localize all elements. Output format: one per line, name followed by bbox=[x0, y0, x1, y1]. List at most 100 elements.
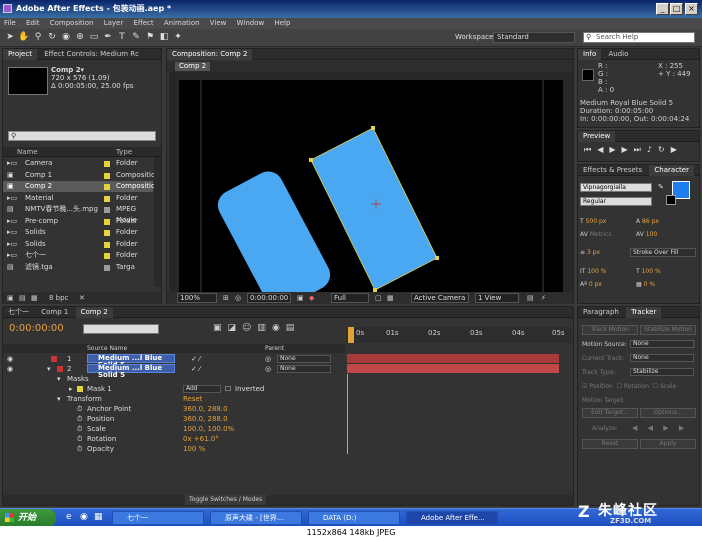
task-music[interactable]: 原声大碟 - [世界... bbox=[210, 511, 302, 525]
project-item[interactable]: ▣ Comp 1 Composition bbox=[3, 170, 160, 181]
eraser-tool-icon[interactable]: ◧ bbox=[158, 31, 170, 43]
analyze-controls[interactable]: ◀ ◀ ▶ ▶ bbox=[632, 424, 688, 432]
project-item[interactable]: ▣ Comp 2 Composition bbox=[3, 181, 160, 192]
close-button[interactable]: × bbox=[685, 3, 698, 15]
transparency-grid-icon[interactable]: ▦ bbox=[387, 292, 394, 304]
pen-tool-icon[interactable]: ✒ bbox=[102, 31, 114, 43]
parent-select[interactable]: None bbox=[277, 365, 331, 373]
work-area-start[interactable] bbox=[348, 327, 354, 343]
tab-character[interactable]: Character bbox=[649, 165, 694, 176]
project-item[interactable]: ▤ 滤镜.tga Targa bbox=[3, 262, 153, 273]
menu-help[interactable]: Help bbox=[274, 19, 290, 27]
rotation-checkbox[interactable]: ☐ bbox=[617, 383, 622, 390]
region-interest-icon[interactable]: ▢ bbox=[375, 292, 382, 304]
prop-value[interactable]: 100.0, 100.0% bbox=[183, 424, 234, 434]
layer-bar-1[interactable] bbox=[347, 354, 559, 363]
label-swatch[interactable] bbox=[104, 264, 110, 271]
draft-3d-icon[interactable]: ◪ bbox=[228, 323, 243, 333]
project-item[interactable]: ▸▭ Pre-comp Folder bbox=[3, 216, 153, 227]
comp-canvas[interactable] bbox=[179, 80, 563, 292]
prop-value[interactable]: 100 % bbox=[183, 444, 205, 454]
tab-paragraph[interactable]: Paragraph bbox=[578, 307, 624, 318]
play-icon[interactable]: ▶ bbox=[609, 145, 621, 154]
leading-value[interactable]: 86 px bbox=[642, 218, 659, 225]
prop-value[interactable]: 0x +61.0° bbox=[183, 434, 219, 444]
menu-edit[interactable]: Edit bbox=[26, 19, 40, 27]
project-search-input[interactable]: ⚲ bbox=[8, 131, 156, 141]
stopwatch-icon[interactable]: ⏱ bbox=[77, 424, 82, 434]
blue-solid-layer-1[interactable] bbox=[213, 166, 336, 292]
col-source-name[interactable]: Source Name bbox=[87, 344, 127, 353]
parent-select[interactable]: None bbox=[277, 355, 331, 363]
ie-icon[interactable]: e bbox=[66, 512, 72, 522]
tab-effects-presets[interactable]: Effects & Presets bbox=[578, 165, 647, 176]
stopwatch-icon[interactable]: ⏱ bbox=[77, 404, 82, 414]
rotate-tool-icon[interactable]: ↻ bbox=[46, 31, 58, 43]
vscale-value[interactable]: 100 % bbox=[587, 268, 606, 275]
menu-composition[interactable]: Composition bbox=[50, 19, 94, 27]
blue-solid-layer-2[interactable] bbox=[310, 127, 438, 291]
parent-icon[interactable]: ◎ bbox=[265, 364, 271, 374]
col-name[interactable]: Name bbox=[17, 147, 38, 157]
label-swatch[interactable] bbox=[104, 207, 110, 213]
label-color[interactable] bbox=[51, 356, 57, 362]
label-swatch[interactable] bbox=[104, 253, 110, 259]
stroke-type-select[interactable]: Stroke Over Fill bbox=[630, 248, 696, 257]
menu-effect[interactable]: Effect bbox=[133, 19, 153, 27]
layer-switch-icon[interactable]: ✓ ⁄ bbox=[191, 354, 200, 364]
menu-layer[interactable]: Layer bbox=[104, 19, 124, 27]
mask-vertex[interactable] bbox=[371, 126, 375, 130]
options-button[interactable]: Options... bbox=[640, 408, 696, 418]
desktop-icon[interactable]: ▦ bbox=[94, 512, 103, 522]
text-tool-icon[interactable]: T bbox=[116, 31, 128, 43]
rectangle-tool-icon[interactable]: ▭ bbox=[88, 31, 100, 43]
puppet-tool-icon[interactable]: ✦ bbox=[172, 31, 184, 43]
shy-icon[interactable]: ☺ bbox=[242, 323, 257, 333]
grid-icon[interactable]: ⊞ bbox=[223, 292, 229, 304]
tab-composition[interactable]: Composition: Comp 2 bbox=[167, 49, 253, 60]
comp-sub-tab[interactable]: Comp 2 bbox=[175, 62, 211, 71]
menu-window[interactable]: Window bbox=[237, 19, 265, 27]
pan-behind-tool-icon[interactable]: ⊕ bbox=[74, 31, 86, 43]
mask-color[interactable] bbox=[77, 386, 83, 392]
project-item[interactable]: ▸▭ Camera Folder bbox=[3, 158, 153, 169]
toggle-switches-button[interactable]: Toggle Switches / Modes bbox=[185, 495, 267, 505]
label-swatch[interactable] bbox=[104, 230, 110, 236]
frame-blend-icon[interactable]: ▥ bbox=[257, 323, 272, 333]
font-size-value[interactable]: 500 px bbox=[586, 218, 607, 225]
task-qigeyi[interactable]: 七个一 bbox=[112, 511, 204, 525]
new-folder-icon[interactable]: ▤ bbox=[19, 292, 26, 304]
first-frame-icon[interactable]: ⏮ bbox=[584, 145, 597, 154]
parent-icon[interactable]: ◎ bbox=[265, 354, 271, 364]
time-ruler[interactable]: 0s 01s 02s 03s 04s 05s bbox=[346, 327, 572, 343]
motion-blur-icon[interactable]: ◉ bbox=[272, 323, 286, 333]
snapshot-icon[interactable]: ◎ bbox=[235, 292, 241, 304]
new-comp-icon[interactable]: ▦ bbox=[31, 292, 38, 304]
hscale-value[interactable]: 100 % bbox=[642, 268, 661, 275]
transform-reset-link[interactable]: Reset bbox=[183, 394, 203, 404]
stopwatch-icon[interactable]: ⏱ bbox=[77, 434, 82, 444]
prev-frame-icon[interactable]: ◀ bbox=[597, 145, 609, 154]
label-swatch[interactable] bbox=[104, 172, 110, 179]
mask-mode-select[interactable]: Add bbox=[183, 385, 221, 393]
task-after-effects[interactable]: Adobe After Effe... bbox=[406, 511, 498, 525]
label-swatch[interactable] bbox=[104, 161, 110, 167]
stopwatch-icon[interactable]: ⏱ bbox=[77, 414, 82, 424]
expand-arrow-icon[interactable]: ▸ bbox=[69, 384, 73, 394]
mask-vertex[interactable] bbox=[435, 256, 439, 260]
loop-icon[interactable]: ↻ bbox=[658, 145, 671, 154]
eyedropper-icon[interactable]: ✎ bbox=[658, 183, 664, 191]
expand-arrow-icon[interactable]: ▾ bbox=[57, 374, 61, 384]
mask-vertex[interactable] bbox=[309, 158, 313, 162]
stabilize-motion-button[interactable]: Stabilize Motion bbox=[640, 325, 696, 335]
fast-preview-icon[interactable]: ⚡ bbox=[541, 292, 546, 304]
views-select[interactable]: 1 View bbox=[475, 293, 519, 303]
timeline-timecode[interactable]: 0:00:00:00 bbox=[9, 323, 64, 334]
last-frame-icon[interactable]: ⏭ bbox=[634, 145, 647, 154]
col-type[interactable]: Type bbox=[116, 147, 132, 157]
brush-tool-icon[interactable]: ✎ bbox=[130, 31, 142, 43]
layer-name[interactable]: Medium ...l Blue Solid 5 bbox=[87, 364, 175, 379]
project-scrollbar[interactable] bbox=[154, 157, 161, 287]
prop-value[interactable]: 360.0, 288.0 bbox=[183, 404, 228, 414]
start-button[interactable]: 开始 bbox=[0, 509, 56, 527]
